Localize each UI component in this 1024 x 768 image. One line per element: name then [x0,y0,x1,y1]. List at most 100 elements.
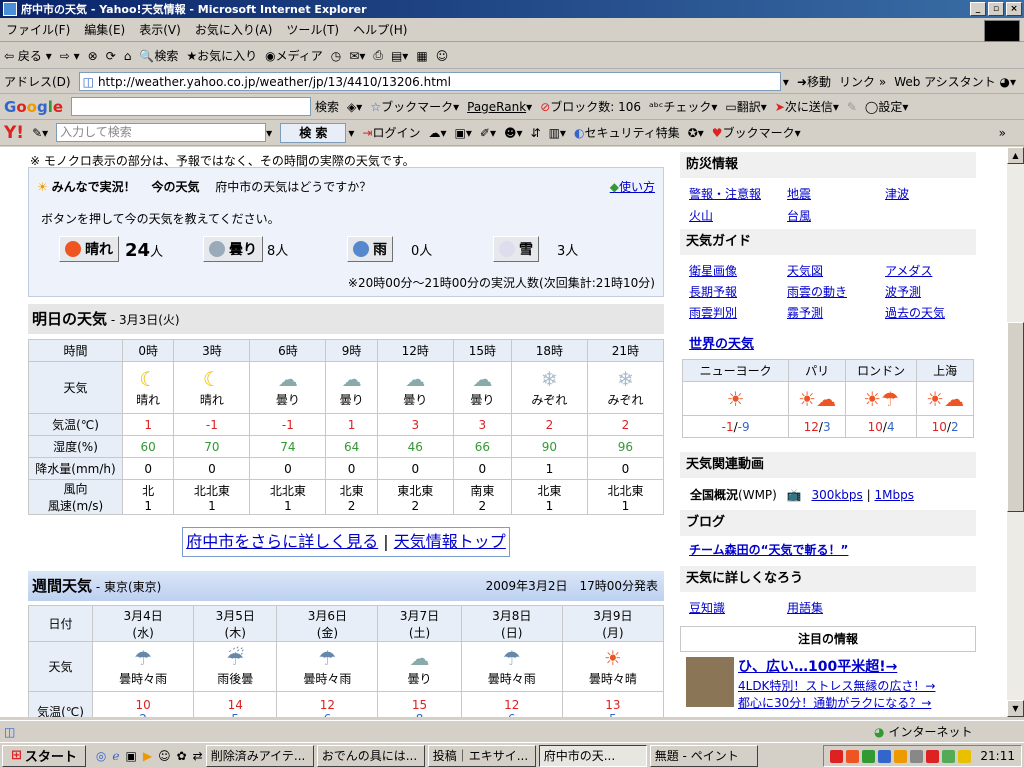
finance-icon[interactable]: ⇵ [531,126,541,140]
yahoo-search-options[interactable]: ▾ [348,126,354,140]
address-input[interactable]: ◫ http://weather.yahoo.co.jp/weather/jp/1… [78,72,781,91]
yahoo-search-input[interactable]: 入力して検索 [56,123,267,142]
yahoo-search-button[interactable]: 検 索 [280,122,347,143]
weather-map-link[interactable]: 天気図 [787,262,823,279]
send-to-button[interactable]: ➤ 次に送信 ▾ [775,98,839,115]
task-oden[interactable]: おでんの具には... [316,744,425,767]
tsunami-link[interactable]: 津波 [885,185,909,202]
misc-quick-icon[interactable]: ⇄ [193,749,203,763]
task-fuchu-weather[interactable]: 府中市の天... [538,744,647,767]
links-button[interactable]: リンク » [839,73,886,90]
warnings-link[interactable]: 警報・注意報 [689,185,761,202]
pencil-icon[interactable]: ✎ [847,100,857,114]
discuss-icon[interactable]: ▦ [416,49,427,63]
address-dropdown[interactable]: ▾ [783,75,789,89]
toolbar-overflow[interactable]: » [999,126,1006,140]
wave-link[interactable]: 波予測 [885,283,921,300]
media-player-icon[interactable]: ▶ [143,749,152,763]
messenger-quick-icon[interactable]: ☺ [158,749,171,763]
forward-button[interactable]: ⇨ ▾ [60,49,80,63]
spellcheck-button[interactable]: ᵃᵇᶜ チェック ▾ [649,98,717,115]
yahoo-logo[interactable]: Y! [4,123,24,143]
past-weather-link[interactable]: 過去の天気 [885,304,945,321]
pen-icon[interactable]: ✎▾ [32,126,48,140]
messenger-icon[interactable]: ☺ [436,49,449,63]
tray-mail-icon[interactable] [958,749,972,763]
trivia-link[interactable]: 豆知識 [689,599,725,616]
settings-button[interactable]: ◯ 設定 ▾ [865,98,908,115]
amedas-link[interactable]: アメダス [885,262,932,279]
misc-quick-icon[interactable]: ✿ [177,749,187,763]
scroll-thumb[interactable] [1007,322,1024,512]
scroll-down-icon[interactable]: ▼ [1007,700,1024,717]
video-1mbps-link[interactable]: 1Mbps [875,488,914,502]
settings-icon[interactable]: ✪▾ [688,126,704,140]
ad-line1-link[interactable]: 4LDK特別！ストレス無縁の広さ！→ [738,677,936,694]
tray-update-icon[interactable] [942,749,956,763]
menu-file[interactable]: ファイル(F) [6,21,70,38]
edit-icon[interactable]: ▤▾ [391,49,408,63]
google-search-input[interactable] [71,97,312,116]
messenger-icon[interactable]: ☁▾ [428,126,446,140]
ie-quicklaunch-icon[interactable]: ℯ [112,749,119,763]
yahoo-search-dropdown[interactable]: ▾ [266,126,272,140]
quicklaunch-icon[interactable]: ◎ [96,749,106,763]
tray-network-icon[interactable] [862,749,876,763]
task-recycle[interactable]: 削除済みアイテ... [205,744,314,767]
menu-edit[interactable]: 編集(E) [84,21,125,38]
vote-rain-button[interactable]: 雨 [347,236,393,262]
web-assistant-button[interactable]: Web アシスタント ◕▾ [894,73,1016,90]
typhoon-link[interactable]: 台風 [787,207,811,224]
menu-view[interactable]: 表示(V) [139,21,181,38]
history-icon[interactable]: ◷ [331,49,341,63]
login-button[interactable]: ⇥ ログイン [362,124,420,141]
vertical-scrollbar[interactable]: ▲ ▼ [1007,147,1024,717]
tray-misc-icon[interactable] [910,749,924,763]
howto-link[interactable]: ◆使い方 [610,178,655,195]
close-button[interactable]: × [1006,2,1022,16]
detail-link[interactable]: 府中市をさらに詳しく見る [186,532,378,551]
fog-link[interactable]: 霧予測 [787,304,823,321]
people-icon[interactable]: ☻▾ [504,126,523,140]
vote-sunny-button[interactable]: 晴れ [59,236,119,262]
world-weather-link[interactable]: 世界の天気 [689,333,754,352]
yahoo-bookmarks-button[interactable]: ♥ ブックマーク ▾ [712,124,801,141]
tray-messenger-icon[interactable] [894,749,908,763]
security-button[interactable]: ◐ セキュリティ特集 [574,124,680,141]
minimize-button[interactable]: _ [970,2,986,16]
task-excite[interactable]: 投稿｜エキサイ... [427,744,536,767]
menu-favorites[interactable]: お気に入り(A) [195,21,273,38]
volcano-link[interactable]: 火山 [689,207,713,224]
stop-icon[interactable]: ⊗ [88,49,98,63]
desktop-icon[interactable]: ▣ [126,749,137,763]
rain-cloud-link[interactable]: 雨雲の動き [787,283,847,300]
menu-help[interactable]: ヘルプ(H) [353,21,407,38]
glossary-link[interactable]: 用語集 [787,599,823,616]
go-button[interactable]: ➜ 移動 [797,73,831,90]
pen-tool-icon[interactable]: ✐▾ [480,126,496,140]
vote-cloudy-button[interactable]: 曇り [203,236,263,262]
news-icon[interactable]: ◈▾ [347,100,362,114]
home-icon[interactable]: ⌂ [124,49,132,63]
rain-snow-link[interactable]: 雨雲判別 [689,304,737,321]
google-search-button[interactable]: 検索 [315,98,339,115]
weather-top-link[interactable]: 天気情報トップ [394,532,506,551]
tray-block-icon[interactable] [846,749,860,763]
bookmarks-button[interactable]: ☆ ブックマーク ▾ [370,98,459,115]
refresh-icon[interactable]: ⟳ [106,49,116,63]
popup-blocker-button[interactable]: ⊘ ブロック数: 106 [540,98,641,115]
ad-line2-link[interactable]: 都心に30分！通勤がラクになる？→ [738,694,931,711]
print-icon[interactable]: ⎙ [373,48,383,63]
media-button[interactable]: ◉ メディア [265,47,323,64]
google-logo[interactable]: Google [4,98,63,116]
news-icon[interactable]: ▥▾ [549,126,566,140]
video-300kbps-link[interactable]: 300kbps [811,488,862,502]
earthquake-link[interactable]: 地震 [787,185,811,202]
tray-volume-icon[interactable] [878,749,892,763]
long-range-link[interactable]: 長期予報 [689,283,737,300]
task-paint[interactable]: 無題 - ペイント [649,744,758,767]
scroll-up-icon[interactable]: ▲ [1007,147,1024,164]
ad-thumbnail[interactable] [686,657,734,707]
favorites-button[interactable]: ★ お気に入り [186,47,257,64]
maximize-button[interactable]: ▫ [988,2,1004,16]
